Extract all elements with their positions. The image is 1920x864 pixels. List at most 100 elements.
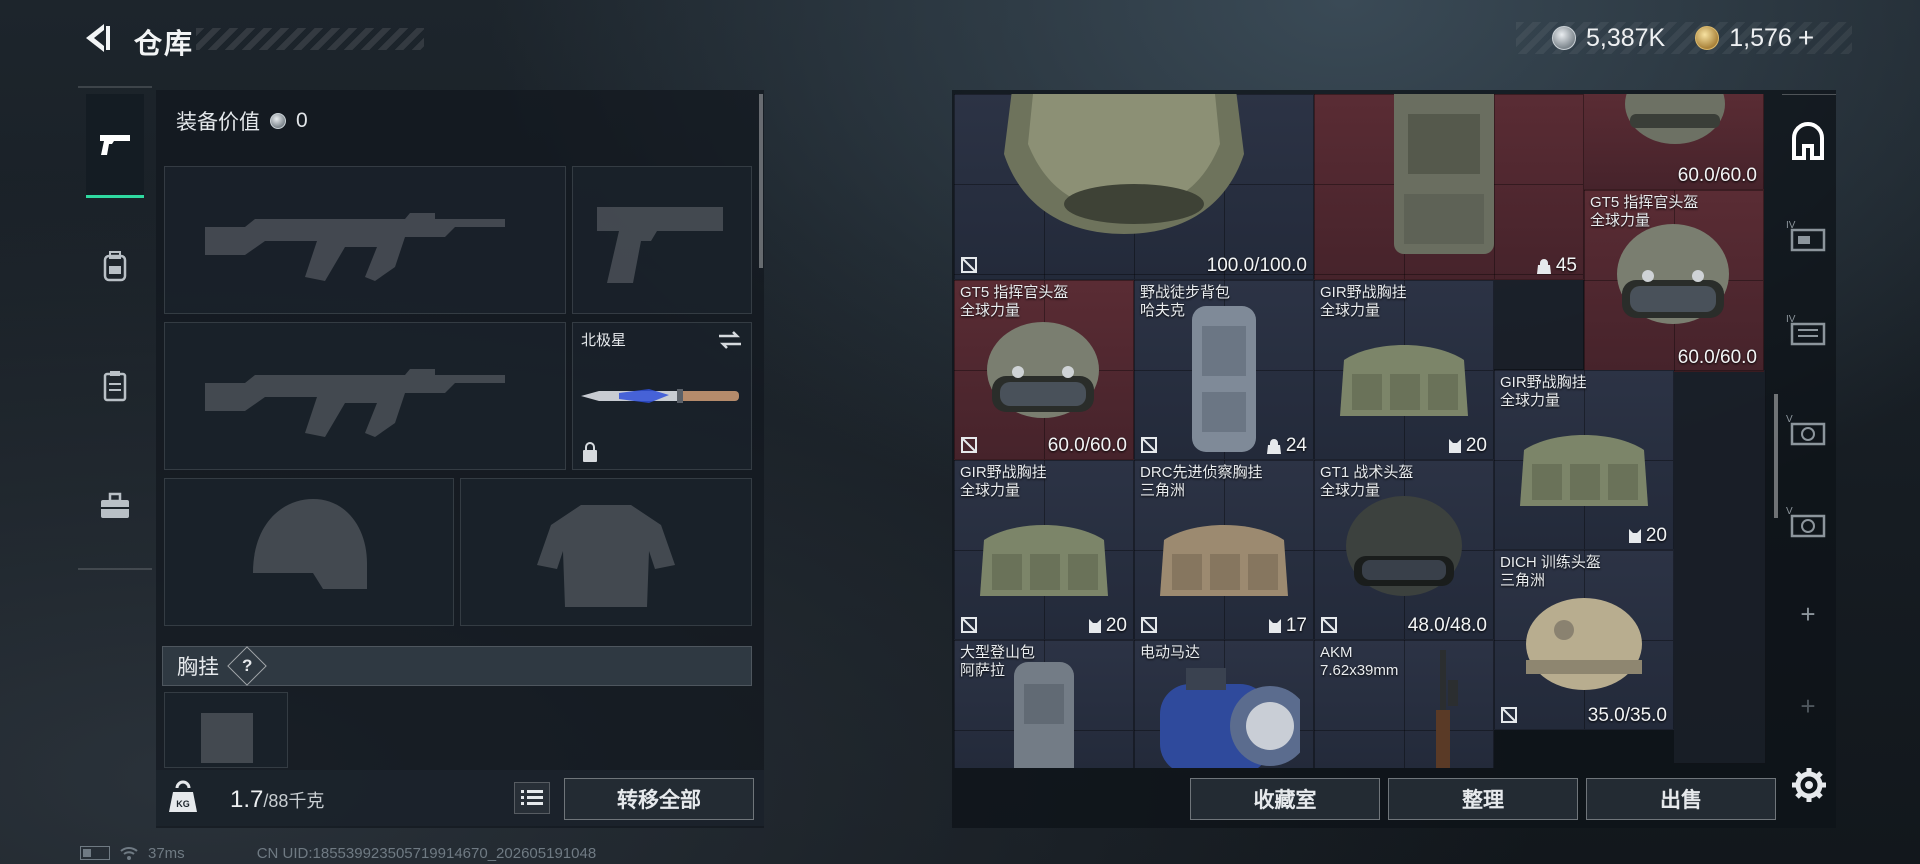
status-bar: 37ms CN UID:18553992350571991467​0_20260… — [80, 844, 596, 862]
stash-item[interactable]: 100.0/100.0 — [954, 94, 1314, 280]
melee-item-name: 北极星 — [581, 332, 627, 349]
no-insurance-icon — [1501, 707, 1517, 723]
stash-iv-icon: IV — [1786, 314, 1826, 346]
rifle-silhouette-icon — [205, 369, 505, 437]
stash-item[interactable]: 60.0/60.0 — [1584, 94, 1764, 190]
item-durability: 48.0/48.0 — [1407, 615, 1487, 636]
stash-item[interactable]: DICH 训练头盔 三角洲 35.0/35.0 — [1494, 550, 1674, 730]
organize-button[interactable]: 整理 — [1388, 778, 1578, 820]
stash-item[interactable]: 45 — [1314, 94, 1584, 280]
pistol-slot[interactable] — [572, 166, 752, 314]
stash-item[interactable]: GIR野战胸挂 全球力量 20 — [1314, 280, 1494, 460]
tab-equipment[interactable] — [86, 214, 144, 318]
stash-item[interactable]: GT5 指挥官头盔 全球力量 60.0/60.0 — [954, 280, 1134, 460]
tab-stash-iv-2[interactable]: IV — [1786, 308, 1830, 352]
stash-item[interactable]: AKM 7.62x39mm — [1314, 640, 1494, 768]
knife-image — [581, 389, 739, 403]
stash-item[interactable]: GT5 指挥官头盔 全球力量 60.0/60.0 — [1584, 190, 1764, 372]
tab-stash-v-2[interactable]: V — [1786, 500, 1830, 544]
back-arrow-icon — [86, 24, 110, 52]
pistol-silhouette-icon — [597, 207, 723, 283]
stash-item[interactable]: 电动马达 — [1134, 640, 1314, 768]
item-name: GIR野战胸挂 全球力量 — [960, 464, 1047, 499]
equipment-value: 装备价值 0 — [176, 106, 308, 136]
helmet-image — [1617, 224, 1729, 324]
item-durability: 100.0/100.0 — [1206, 255, 1307, 276]
delta-coin-icon — [1695, 26, 1720, 50]
item-name: GIR野战胸挂 全球力量 — [1320, 284, 1407, 319]
chest-rig-image — [980, 525, 1108, 596]
capacity-icon — [1536, 259, 1551, 274]
back-button[interactable] — [78, 20, 114, 56]
tab-stash-v-1[interactable]: V — [1786, 408, 1830, 452]
capacity-icon — [1266, 439, 1281, 454]
body-armor-slot[interactable] — [460, 478, 752, 626]
slots-icon — [1448, 439, 1461, 453]
item-durability: 60.0/60.0 — [1677, 165, 1757, 186]
rig-silhouette-icon — [201, 713, 253, 763]
primary-weapon-slot[interactable] — [164, 166, 566, 314]
item-name: AKM 7.62x39mm — [1320, 644, 1399, 679]
tab-chest-rig[interactable] — [86, 334, 144, 438]
loadout-scrollbar[interactable] — [759, 94, 763, 268]
helmet-image — [987, 322, 1099, 418]
item-name: GT5 指挥官头盔 全球力量 — [960, 284, 1069, 319]
hafu-coin-amount: 5,387K — [1586, 23, 1666, 52]
item-durability: 35.0/35.0 — [1587, 705, 1667, 726]
add-stash-page-button[interactable]: + — [1786, 592, 1830, 636]
item-name: GT5 指挥官头盔 全球力量 — [1590, 194, 1699, 229]
melee-slot[interactable]: 北极星 — [572, 322, 752, 470]
item-name: GT1 战术头盔 全球力量 — [1320, 464, 1414, 499]
add-currency-button[interactable]: + — [1798, 22, 1814, 54]
vest-icon — [103, 371, 127, 402]
stash-v-icon: V — [1786, 506, 1826, 538]
stash-item[interactable]: GIR野战胸挂 全球力量 20 — [954, 460, 1134, 640]
item-slots: 20 — [1088, 615, 1127, 637]
tab-main-stash[interactable] — [1786, 120, 1830, 164]
item-durability: 60.0/60.0 — [1047, 435, 1127, 456]
body-armor-image — [1004, 94, 1244, 234]
stash-grid: 100.0/100.0 45 60.0/60.0 GT5 指挥官头盔全球力量 — [954, 94, 1766, 768]
title-decoration — [196, 28, 424, 50]
rifle-silhouette-icon — [205, 213, 505, 281]
empty-cell[interactable] — [1494, 280, 1584, 370]
sell-button[interactable]: 出售 — [1586, 778, 1776, 820]
no-insurance-icon — [961, 257, 977, 273]
collection-room-button[interactable]: 收藏室 — [1190, 778, 1380, 820]
item-name: DICH 训练头盔 三角洲 — [1500, 554, 1601, 589]
swap-icon[interactable] — [717, 329, 743, 351]
chest-rig-image — [1520, 435, 1648, 506]
stash-item[interactable]: GIR野战胸挂 全球力量 20 — [1494, 370, 1674, 550]
add-stash-page-button[interactable]: + — [1786, 684, 1830, 728]
stash-item[interactable]: 野战徒步背包 哈夫克 24 — [1134, 280, 1314, 460]
rifle-image — [1436, 650, 1458, 768]
chest-rig-image — [1340, 345, 1468, 416]
slots-icon — [1268, 619, 1281, 633]
slots-icon — [1628, 529, 1641, 543]
tab-stash-iv-1[interactable]: IV — [1786, 214, 1830, 258]
left-category-tabs — [78, 86, 152, 570]
chest-rig-label: 胸挂 — [177, 656, 219, 679]
empty-cell[interactable] — [1674, 370, 1766, 764]
lock-icon — [583, 442, 597, 462]
stash-item[interactable]: GT1 战术头盔 全球力量 48.0/48.0 — [1314, 460, 1494, 640]
stash-item[interactable]: DRC先进侦察胸挂 三角洲 17 — [1134, 460, 1314, 640]
list-icon — [521, 790, 543, 805]
settings-gear-icon[interactable] — [1790, 766, 1828, 804]
help-button[interactable]: ? — [227, 646, 267, 686]
helmet-slot[interactable] — [164, 478, 454, 626]
delta-coin-amount: 1,576 — [1729, 23, 1792, 52]
battery-icon — [80, 846, 110, 860]
tab-weapons[interactable] — [86, 94, 144, 198]
no-insurance-icon — [1141, 437, 1157, 453]
list-view-button[interactable] — [514, 782, 550, 814]
tab-items[interactable] — [86, 454, 144, 558]
item-name: GIR野战胸挂 全球力量 — [1500, 374, 1587, 409]
item-durability: 60.0/60.0 — [1677, 347, 1757, 368]
item-capacity: 24 — [1266, 435, 1307, 457]
chest-rig-slot[interactable] — [164, 692, 288, 768]
secondary-weapon-slot[interactable] — [164, 322, 566, 470]
stash-item[interactable]: 大型登山包 阿萨拉 — [954, 640, 1134, 768]
user-id: CN UID:18553992350571991467​0_2026051910… — [256, 844, 597, 862]
transfer-all-button[interactable]: 转移全部 — [564, 778, 754, 820]
